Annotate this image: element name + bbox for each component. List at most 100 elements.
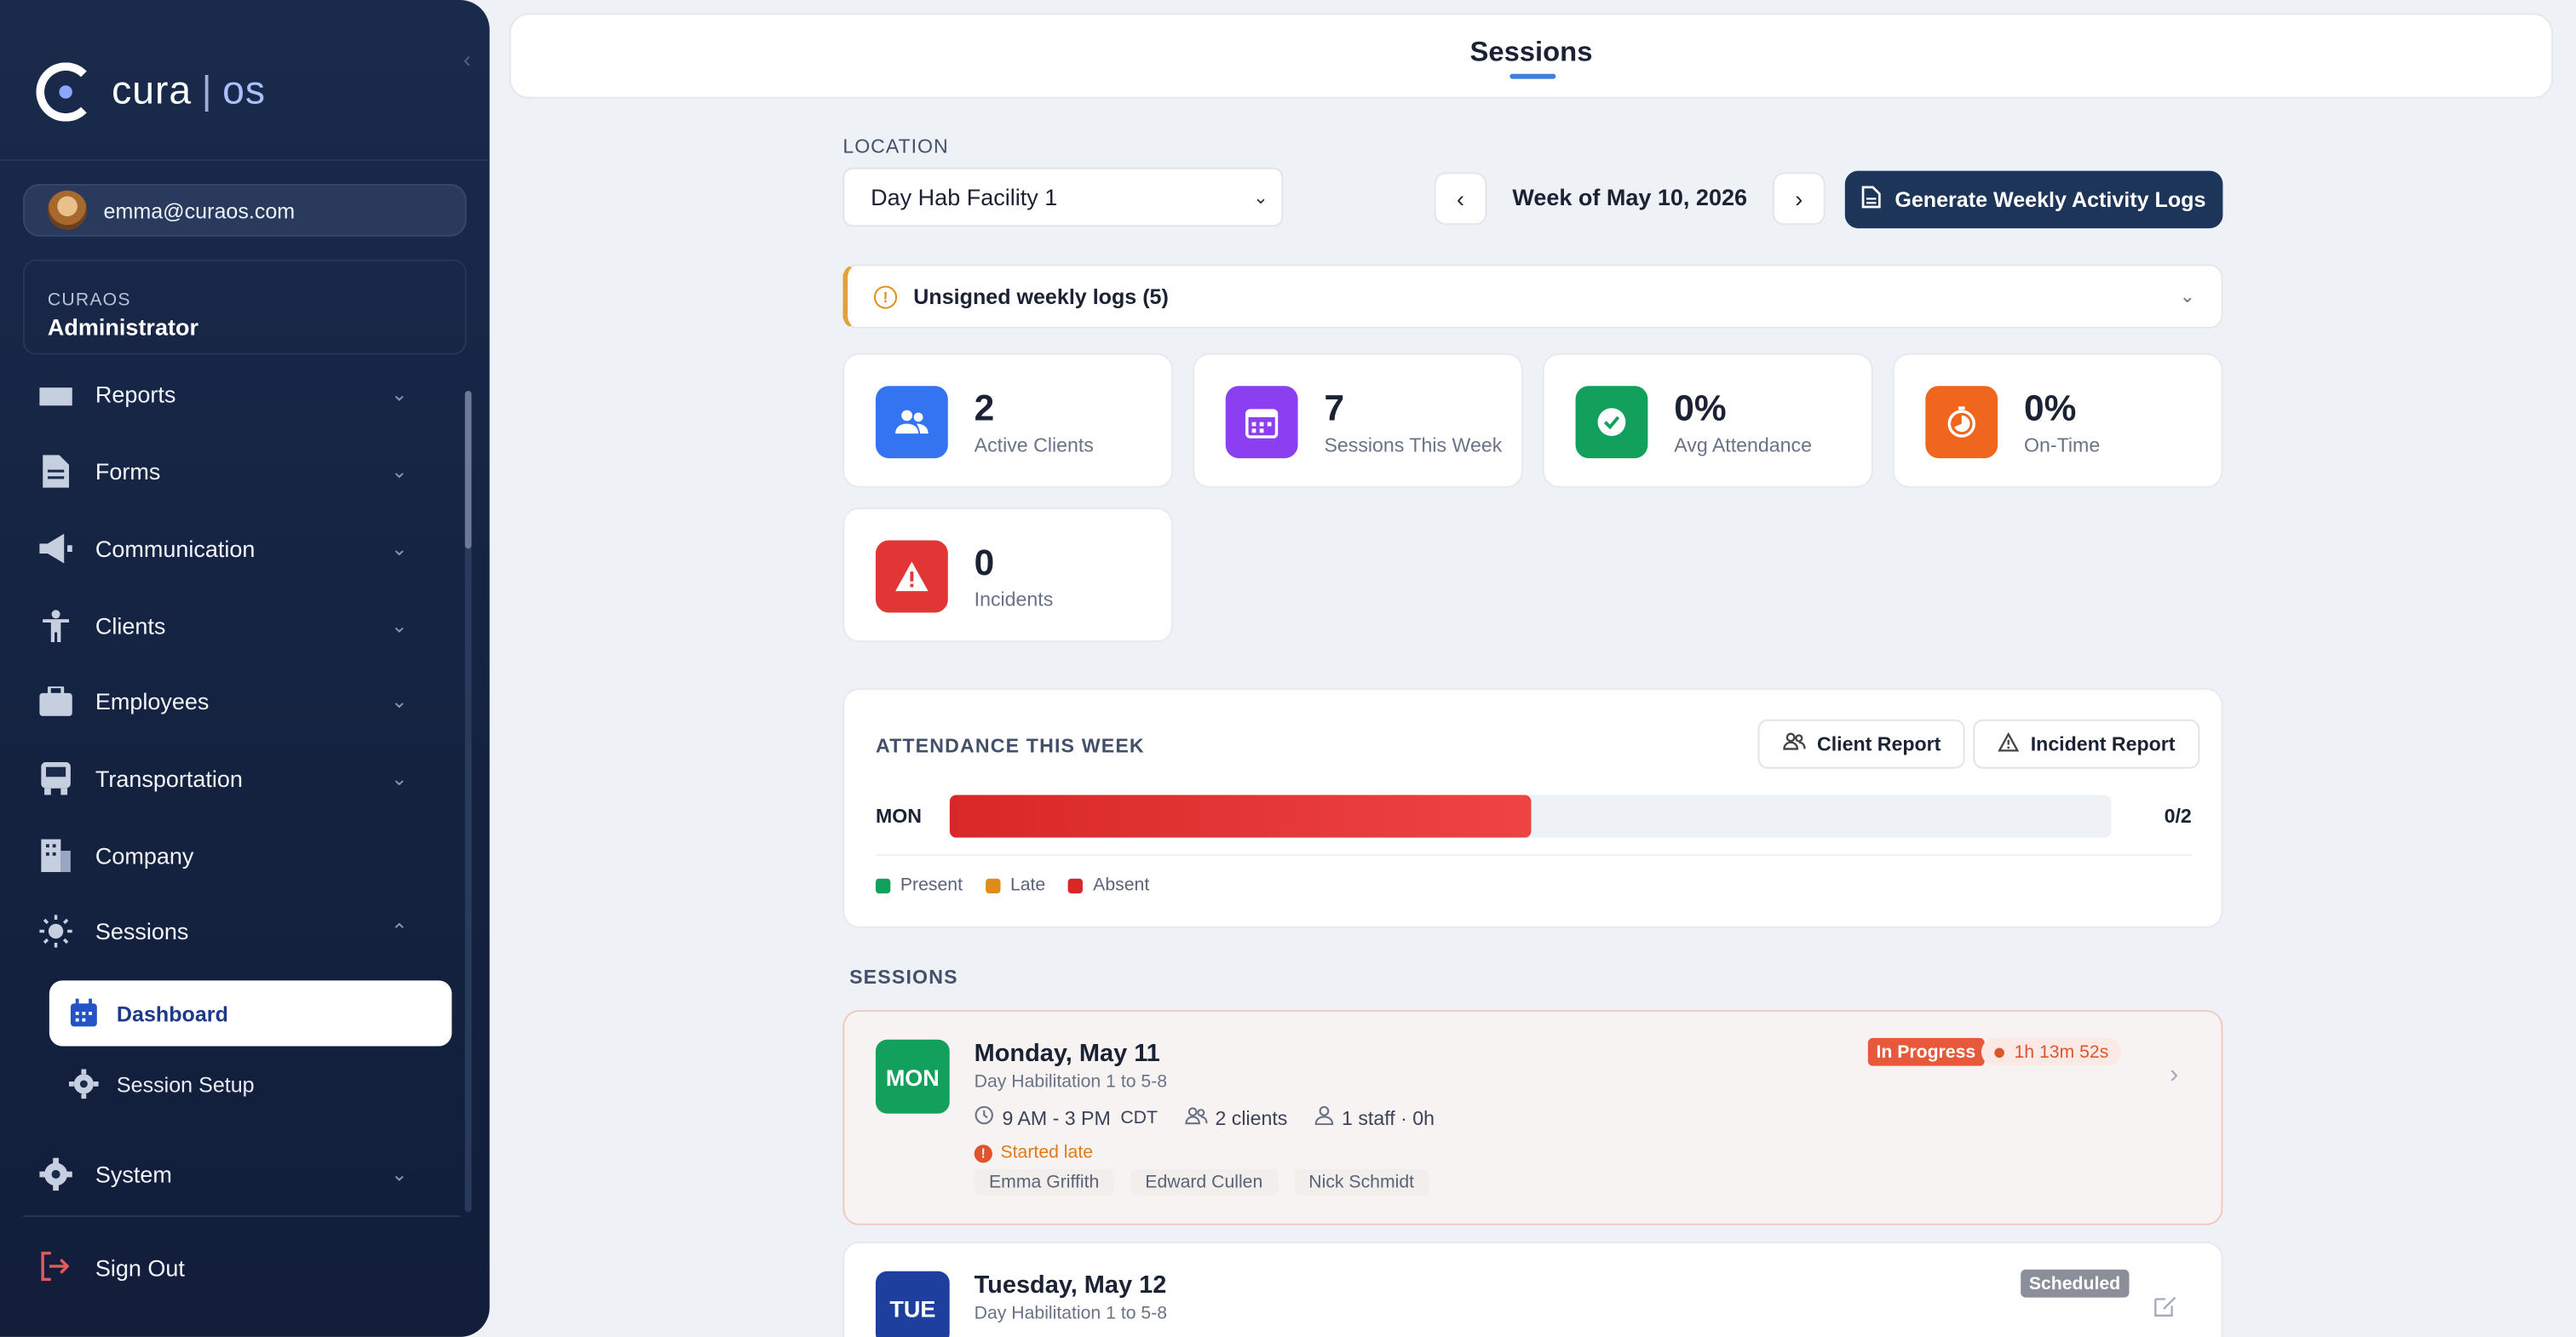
calendar-icon xyxy=(69,998,99,1029)
calendar-icon xyxy=(1225,386,1298,459)
sidebar-scrollbar[interactable] xyxy=(464,391,472,1213)
sidebar-item-clients[interactable]: Clients ⌄ xyxy=(0,593,460,658)
session-time: 9 AM - 3 PM xyxy=(1002,1105,1111,1129)
session-timer: 1h 13m 52s xyxy=(1981,1037,2122,1066)
attendee-chips: Emma Griffith Edward Cullen Nick Schmidt xyxy=(974,1169,1446,1196)
attendee-chip: Nick Schmidt xyxy=(1293,1169,1429,1196)
sidebar-item-communication[interactable]: Communication ⌄ xyxy=(0,516,460,582)
session-card-monday[interactable]: MON Monday, May 11 Day Habilitation 1 to… xyxy=(842,1010,2223,1225)
next-week-button[interactable]: › xyxy=(1772,172,1826,226)
sidebar-item-employees[interactable]: Employees ⌄ xyxy=(0,668,460,734)
page-title: Sessions xyxy=(1469,36,1593,68)
live-dot xyxy=(1994,1047,2004,1058)
session-card-tuesday[interactable]: TUE Tuesday, May 12 Day Habilitation 1 t… xyxy=(842,1242,2223,1337)
attendee-chip: Edward Cullen xyxy=(1130,1169,1278,1196)
active-tab-indicator xyxy=(1509,73,1556,79)
legend-absent: Absent xyxy=(1068,875,1149,895)
sign-out-button[interactable]: Sign Out xyxy=(0,1235,460,1300)
chevron-right-icon: › xyxy=(1795,185,1803,212)
week-label: Week of May 10, 2026 xyxy=(1512,184,1748,210)
sidebar-subitem-session-setup[interactable]: Session Setup xyxy=(49,1051,452,1116)
status-badge: Scheduled xyxy=(2021,1269,2129,1298)
sidebar-subitem-dashboard[interactable]: Dashboard xyxy=(49,980,452,1047)
attendance-legend: Present Late Absent xyxy=(875,875,1172,895)
attendance-bar-absent xyxy=(949,795,1531,838)
session-clients: 2 clients xyxy=(1215,1105,1288,1129)
sign-out-icon xyxy=(39,1251,72,1285)
sidebar-item-company[interactable]: Company xyxy=(0,823,460,888)
sidebar-item-forms[interactable]: Forms ⌄ xyxy=(0,439,460,504)
chevron-down-icon: ⌄ xyxy=(391,614,408,638)
chevron-left-icon: ‹ xyxy=(1457,185,1465,212)
check-circle-icon xyxy=(1575,386,1648,459)
organization-box[interactable]: CURAOS Administrator xyxy=(23,259,467,355)
edit-icon[interactable] xyxy=(2152,1293,2178,1328)
status-badge: In Progress xyxy=(1867,1037,1984,1066)
attendance-day-label: MON xyxy=(875,805,922,829)
stat-card-sessions-this-week: 7 Sessions This Week xyxy=(1193,353,1523,488)
incident-report-button[interactable]: Incident Report xyxy=(1973,719,2200,769)
logo: cura | os xyxy=(36,62,267,122)
chevron-down-icon: ⌄ xyxy=(391,1162,408,1186)
avatar xyxy=(47,190,88,231)
logo-suffix: os xyxy=(222,69,267,114)
stat-card-avg-attendance: 0% Avg Attendance xyxy=(1542,353,1873,488)
location-select[interactable]: Day Hab Facility 1 ⌄ xyxy=(842,167,1284,227)
chevron-up-icon: ⌃ xyxy=(391,920,408,944)
session-title: Tuesday, May 12 xyxy=(974,1271,1167,1300)
session-subtitle: Day Habilitation 1 to 5-8 xyxy=(974,1072,1168,1093)
gear-icon xyxy=(69,1069,99,1099)
gear-icon xyxy=(39,1157,72,1191)
generate-weekly-activity-logs-button[interactable]: Generate Weekly Activity Logs xyxy=(1844,170,2223,229)
day-badge: MON xyxy=(875,1039,950,1114)
attendance-card: ATTENDANCE THIS WEEK Client Report Incid… xyxy=(842,688,2223,928)
sidebar-item-sessions[interactable]: Sessions ⌃ xyxy=(0,898,460,964)
chevron-right-icon[interactable]: › xyxy=(2170,1061,2178,1091)
page-header: Sessions xyxy=(509,13,2554,99)
sessions-section-label: SESSIONS xyxy=(849,966,958,990)
unsigned-logs-alert[interactable]: ! Unsigned weekly logs (5) ⌄ xyxy=(842,264,2223,329)
client-report-button[interactable]: Client Report xyxy=(1757,719,1966,769)
org-name: CURAOS xyxy=(47,290,131,311)
sidebar-item-transportation[interactable]: Transportation ⌄ xyxy=(0,746,460,812)
stopwatch-icon xyxy=(1925,386,1998,459)
chevron-down-icon: ⌄ xyxy=(391,766,408,790)
location-label: LOCATION xyxy=(842,135,949,158)
user-email: emma@curaos.com xyxy=(103,198,296,223)
person-icon xyxy=(1314,1105,1333,1130)
attendee-chip: Emma Griffith xyxy=(974,1169,1114,1196)
warning-circle-icon: ! xyxy=(874,284,898,308)
stat-card-active-clients: 2 Active Clients xyxy=(842,353,1174,488)
reports-icon xyxy=(39,378,72,411)
attendance-title: ATTENDANCE THIS WEEK xyxy=(875,734,1145,758)
chevron-down-icon: ⌄ xyxy=(391,460,408,484)
previous-week-button[interactable]: ‹ xyxy=(1434,172,1487,226)
bus-icon xyxy=(39,761,72,795)
chevron-down-icon: ⌄ xyxy=(391,690,408,714)
person-icon xyxy=(39,610,72,643)
users-icon xyxy=(1783,732,1806,755)
scrollbar-thumb[interactable] xyxy=(464,391,472,549)
session-title: Monday, May 11 xyxy=(974,1039,1160,1068)
sidebar-divider xyxy=(23,1215,461,1218)
briefcase-icon xyxy=(39,685,72,718)
session-meta: 9 AM - 3 PM CDT 2 clients 1 staff · 0h xyxy=(975,1105,1461,1130)
session-staff: 1 staff · 0h xyxy=(1342,1105,1435,1129)
chevron-down-icon: ⌄ xyxy=(1253,187,1268,208)
logo-mark-icon xyxy=(36,62,95,122)
chevron-down-icon: ⌄ xyxy=(391,382,408,406)
sidebar-item-system[interactable]: System ⌄ xyxy=(0,1141,460,1207)
sidebar-divider xyxy=(0,159,490,162)
started-late-warning: ! Started late xyxy=(974,1143,1093,1162)
stat-card-incidents: 0 Incidents xyxy=(842,507,1174,643)
document-icon xyxy=(1862,186,1882,214)
forms-icon xyxy=(39,455,72,488)
session-timezone: CDT xyxy=(1120,1107,1158,1128)
sidebar-item-reports[interactable]: Reports ⌄ xyxy=(0,361,460,427)
megaphone-icon xyxy=(39,532,72,565)
logo-separator: | xyxy=(201,69,213,114)
attendance-bar-track xyxy=(949,795,2112,838)
user-account-pill[interactable]: emma@curaos.com xyxy=(23,184,467,237)
clock-icon xyxy=(975,1105,994,1130)
collapse-sidebar-icon[interactable]: ‹ xyxy=(463,46,471,72)
